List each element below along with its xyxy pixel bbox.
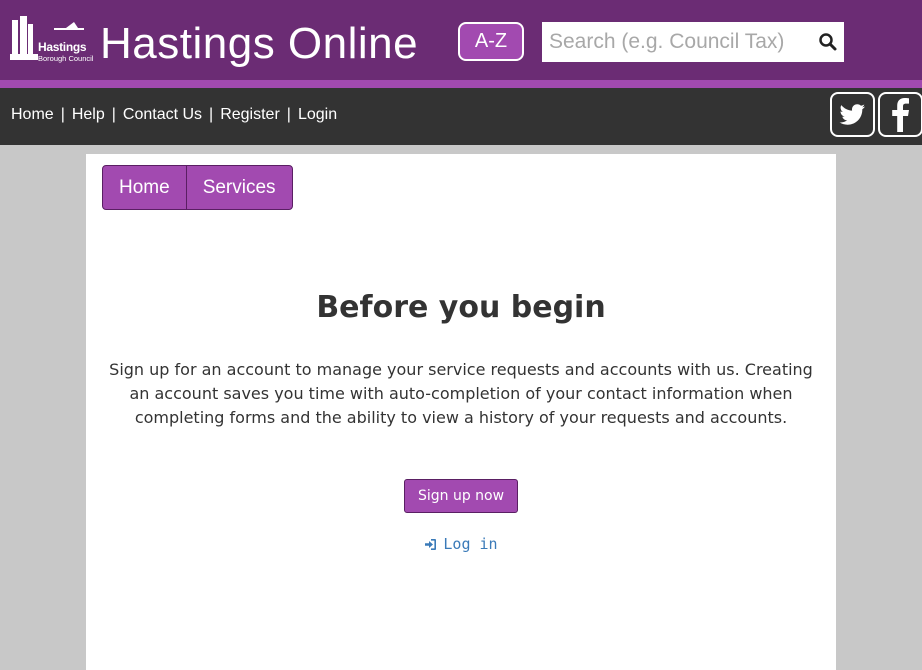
nav-login-link[interactable]: Login <box>298 106 337 123</box>
nav-help-link[interactable]: Help <box>72 106 105 123</box>
nav-register-link[interactable]: Register <box>220 106 280 123</box>
site-header: Hastings Borough Council Hastings Online… <box>0 0 922 80</box>
top-nav-links: Home | Help | Contact Us | Register | Login <box>11 106 337 124</box>
search-icon[interactable] <box>818 32 838 52</box>
content-panel: Home Services Before you begin Sign up f… <box>86 154 836 670</box>
log-in-label: Log in <box>443 535 498 553</box>
sign-up-button[interactable]: Sign up now <box>404 479 518 513</box>
log-in-link[interactable]: Log in <box>86 535 836 553</box>
nav-separator: | <box>111 106 116 123</box>
nav-separator: | <box>209 106 214 123</box>
twitter-button[interactable] <box>830 92 875 137</box>
breadcrumb-home[interactable]: Home <box>103 166 186 209</box>
site-title[interactable]: Hastings Online <box>100 18 418 70</box>
a-z-button[interactable]: A-Z <box>458 22 524 61</box>
breadcrumb: Home Services <box>102 165 293 210</box>
logo-subtitle: Borough Council <box>38 54 94 63</box>
council-logo[interactable]: Hastings Borough Council <box>8 14 100 64</box>
top-nav-bar: Home | Help | Contact Us | Register | Login <box>0 88 922 145</box>
header-accent-stripe <box>0 80 922 88</box>
logo-text: Hastings <box>38 40 87 54</box>
sign-in-icon <box>425 539 437 550</box>
nav-home-link[interactable]: Home <box>11 106 54 123</box>
facebook-icon <box>892 98 909 132</box>
search-box <box>542 22 844 62</box>
intro-paragraph: Sign up for an account to manage your se… <box>109 360 813 427</box>
nav-separator: | <box>60 106 65 123</box>
facebook-button[interactable] <box>878 92 922 137</box>
breadcrumb-services[interactable]: Services <box>185 166 292 209</box>
nav-contact-us-link[interactable]: Contact Us <box>123 106 202 123</box>
page-title: Before you begin <box>316 290 606 325</box>
search-input[interactable] <box>542 22 812 62</box>
twitter-icon <box>839 104 865 125</box>
nav-separator: | <box>286 106 291 123</box>
